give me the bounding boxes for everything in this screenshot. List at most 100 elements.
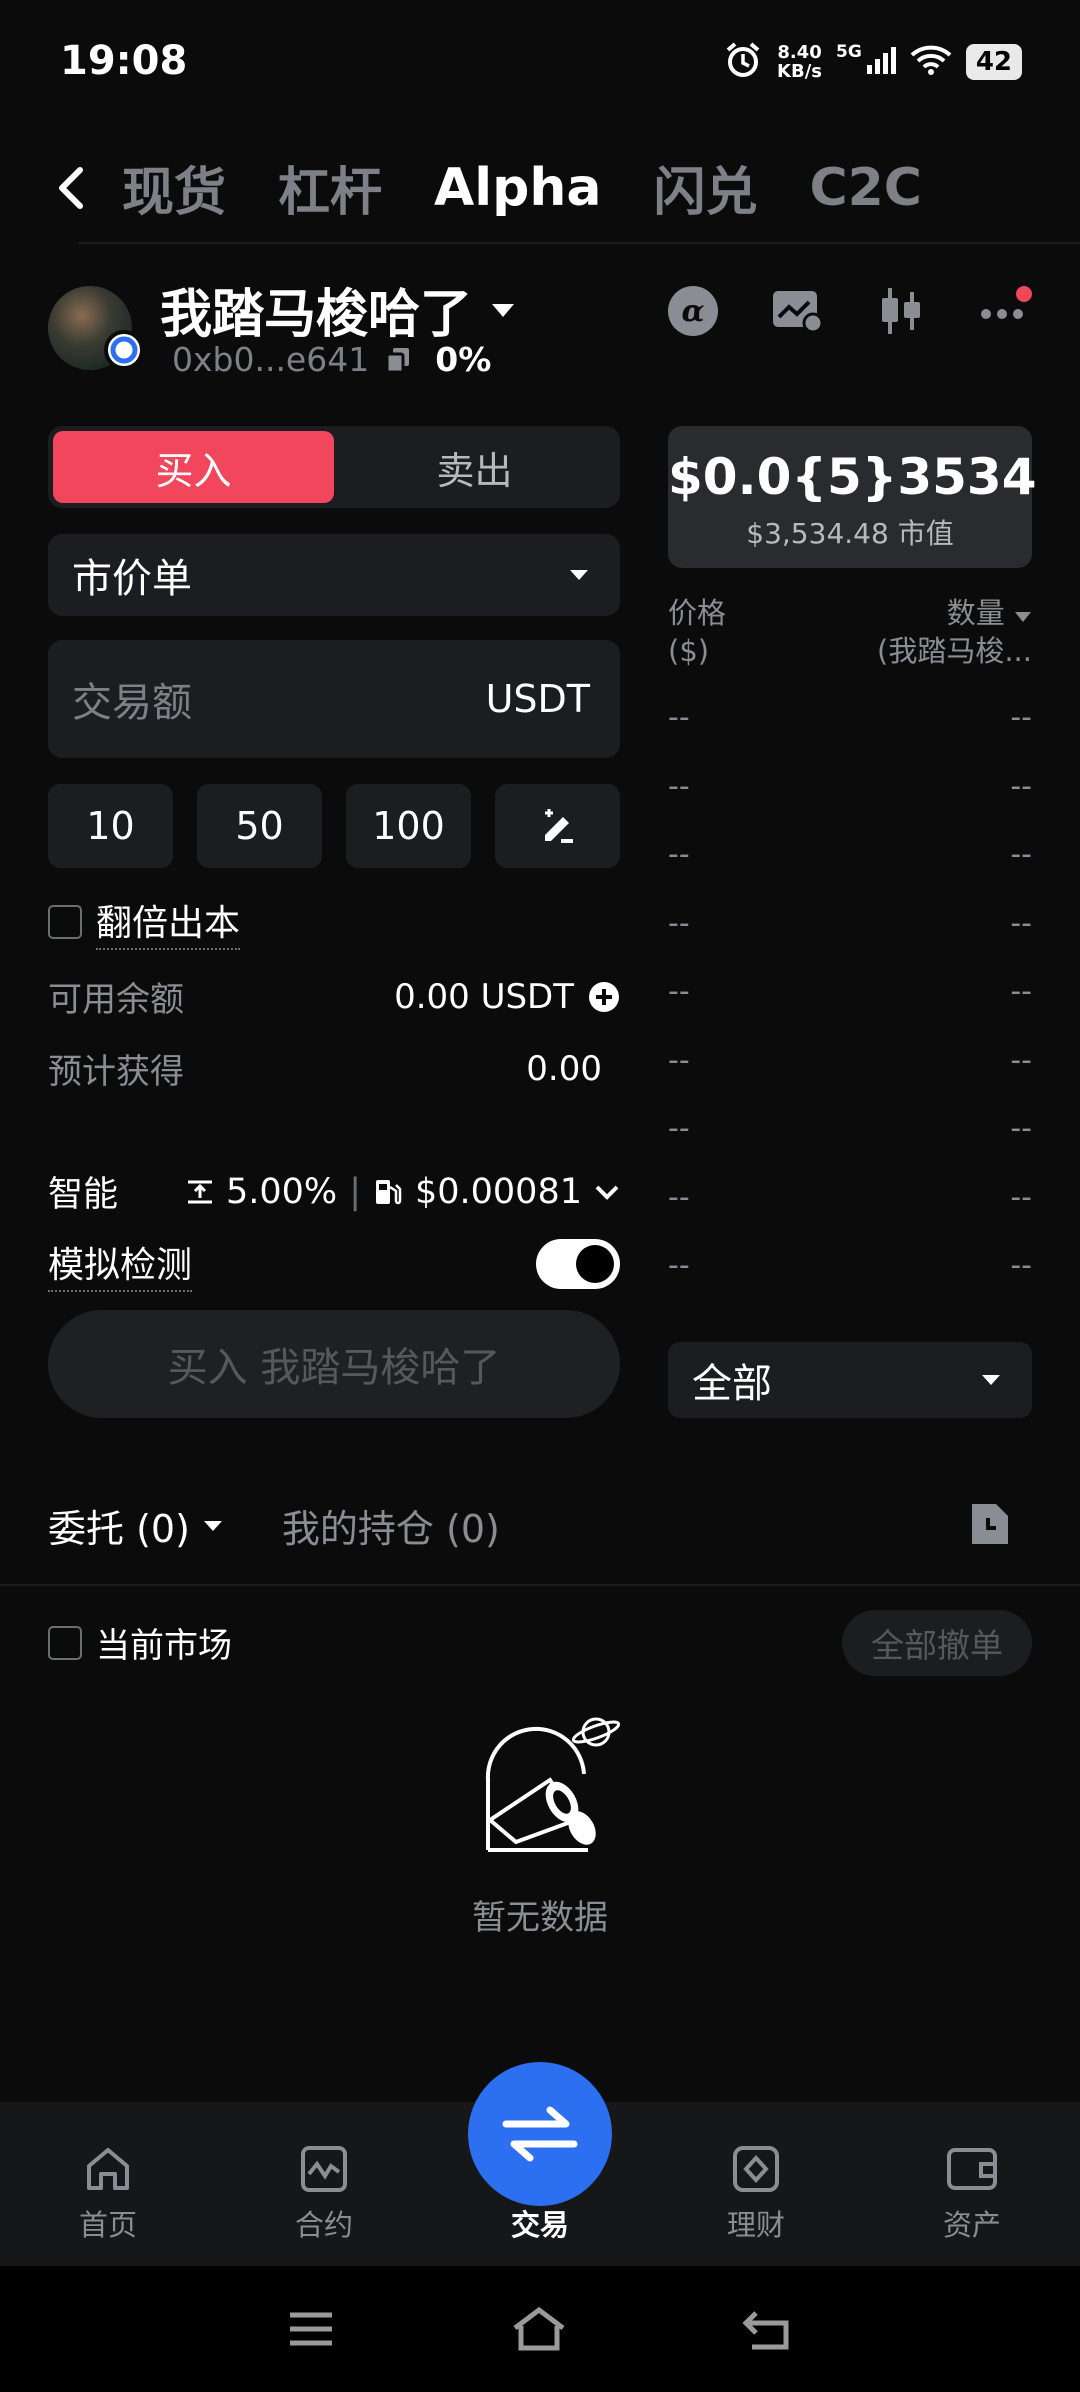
price-change: 0% — [435, 340, 492, 379]
orderbook-price: -- — [668, 837, 690, 872]
orderbook-row[interactable]: -- -- — [668, 1043, 1032, 1078]
battery-indicator: 42 — [965, 44, 1022, 80]
history-doc-icon[interactable] — [968, 1500, 1012, 1552]
menu-icon[interactable] — [286, 2309, 336, 2349]
swap-arrows-icon — [502, 2106, 578, 2162]
slippage-icon — [188, 1180, 212, 1203]
depth-filter-select[interactable]: 全部 — [668, 1342, 1032, 1418]
edit-amount-button[interactable] — [495, 784, 620, 868]
smart-label: 智能 — [48, 1175, 119, 1215]
add-funds-icon[interactable] — [588, 981, 620, 1013]
net-speed: 8.40 KB/s — [777, 42, 823, 82]
current-price: $0.0{5}3534 — [668, 448, 1037, 506]
orderbook-qty: -- — [1010, 905, 1032, 941]
chart-alert-icon[interactable] — [770, 284, 824, 338]
double-principal-checkbox[interactable] — [48, 905, 82, 939]
tab-convert[interactable]: 闪兑 — [653, 150, 757, 225]
quick-amount-100[interactable]: 100 — [346, 784, 471, 868]
orderbook-qty: -- — [1010, 1042, 1032, 1078]
nav-earn[interactable]: 理财 — [681, 2144, 831, 2244]
smart-settings-row[interactable]: 智能 5.00% | $0.00081 — [48, 1166, 620, 1217]
candlestick-icon[interactable] — [874, 284, 928, 338]
tab-open-orders[interactable]: 委托 (0) — [48, 1498, 224, 1553]
amount-input[interactable]: 交易额 USDT — [48, 640, 620, 758]
back-button-icon[interactable] — [742, 2307, 794, 2351]
system-nav-bar — [0, 2266, 1080, 2392]
orderbook-row[interactable]: -- -- — [668, 906, 1032, 941]
double-principal-label: 翻倍出本 — [96, 894, 241, 950]
orderbook-qty: -- — [1010, 1248, 1032, 1283]
nav-trade-label: 交易 — [510, 2208, 569, 2242]
nav-divider — [78, 242, 1080, 244]
order-type-value: 市价单 — [72, 556, 192, 602]
simulation-row: 模拟检测 — [48, 1236, 620, 1292]
quick-amount-10[interactable]: 10 — [48, 784, 173, 868]
nav-futures[interactable]: 合约 — [249, 2144, 399, 2244]
market-cap-value: $3,534.48 — [746, 517, 889, 550]
token-name: 我踏马梭哈了 — [160, 285, 473, 345]
orderbook-price: -- — [668, 905, 690, 941]
back-arrow-icon[interactable] — [50, 158, 90, 218]
chevron-down-icon — [595, 1185, 619, 1200]
top-nav: 现货 杠杆 Alpha 闪兑 C2C — [50, 150, 974, 225]
orderbook-price: -- — [668, 700, 690, 735]
quick-amount-50[interactable]: 50 — [197, 784, 322, 868]
col-qty-label-row[interactable]: 数量 — [877, 594, 1032, 632]
nav-futures-label: 合约 — [294, 2208, 353, 2242]
expected-value: 0.00 — [526, 1048, 602, 1089]
signal-icon — [866, 45, 896, 79]
simulation-toggle[interactable] — [536, 1239, 620, 1289]
chain-badge-icon — [104, 330, 144, 370]
orderbook-row[interactable]: -- -- — [668, 700, 1032, 735]
orderbook-price: -- — [668, 1111, 690, 1146]
tab-positions[interactable]: 我的持仓 (0) — [282, 1498, 500, 1553]
empty-state-text: 暂无数据 — [472, 1898, 608, 1938]
alpha-icon[interactable]: α — [666, 284, 720, 338]
price-card: $0.0{5}3534 $3,534.48 市值 — [668, 426, 1037, 568]
trade-fab-button[interactable] — [468, 2062, 612, 2206]
tab-alpha[interactable]: Alpha — [434, 158, 601, 218]
orderbook-price: -- — [668, 974, 690, 1009]
slippage-value: 5.00% — [226, 1171, 338, 1212]
futures-chart-icon — [301, 2146, 347, 2192]
available-balance-row: 可用余额 0.00 USDT — [48, 972, 620, 1021]
col-qty-unit: (我踏马梭... — [877, 634, 1032, 668]
buy-tab[interactable]: 买入 — [53, 431, 334, 503]
orderbook-row[interactable]: -- -- — [668, 1111, 1032, 1146]
double-principal-row[interactable]: 翻倍出本 — [48, 894, 241, 950]
orderbook-row[interactable]: -- -- — [668, 1180, 1032, 1215]
home-icon — [87, 2148, 129, 2190]
copy-icon[interactable] — [385, 346, 411, 374]
buy-sell-toggle: 买入 卖出 — [48, 426, 620, 508]
tab-c2c[interactable]: C2C — [809, 158, 922, 218]
nav-assets[interactable]: 资产 — [897, 2144, 1047, 2244]
expected-row: 预计获得 0.00 — [48, 1044, 620, 1093]
current-market-checkbox[interactable] — [48, 1625, 82, 1660]
more-icon[interactable] — [978, 284, 1032, 338]
home-button-icon[interactable] — [509, 2304, 569, 2354]
nav-assets-label: 资产 — [942, 2208, 1001, 2242]
simulation-label: 模拟检测 — [48, 1236, 193, 1292]
orderbook-row[interactable]: -- -- — [668, 974, 1032, 1009]
orders-tabs: 委托 (0) 我的持仓 (0) — [48, 1498, 500, 1553]
orderbook-price: -- — [668, 1248, 690, 1283]
orderbook-row[interactable]: -- -- — [668, 769, 1032, 804]
tab-spot[interactable]: 现货 — [122, 150, 226, 225]
sell-tab[interactable]: 卖出 — [334, 431, 615, 503]
orderbook-qty: -- — [1010, 1111, 1032, 1146]
current-market-row[interactable]: 当前市场 — [48, 1618, 232, 1667]
orderbook-row[interactable]: -- -- — [668, 837, 1032, 872]
order-type-select[interactable]: 市价单 — [48, 534, 620, 616]
buy-submit-button[interactable]: 买入 我踏马梭哈了 — [48, 1310, 620, 1418]
quick-amounts: 10 50 100 — [48, 784, 620, 868]
nav-home-label: 首页 — [78, 2208, 137, 2242]
market-cap-label: 市值 — [897, 517, 954, 550]
token-selector[interactable]: 我踏马梭哈了 — [160, 272, 516, 347]
network-type: 5G — [836, 42, 862, 62]
col-price-label: 价格 — [668, 596, 727, 630]
orderbook-row[interactable]: -- -- — [668, 1248, 1032, 1283]
nav-home[interactable]: 首页 — [33, 2144, 183, 2244]
available-value: 0.00 USDT — [394, 976, 574, 1017]
cancel-all-button[interactable]: 全部撤单 — [842, 1610, 1032, 1676]
tab-margin[interactable]: 杠杆 — [278, 150, 382, 225]
